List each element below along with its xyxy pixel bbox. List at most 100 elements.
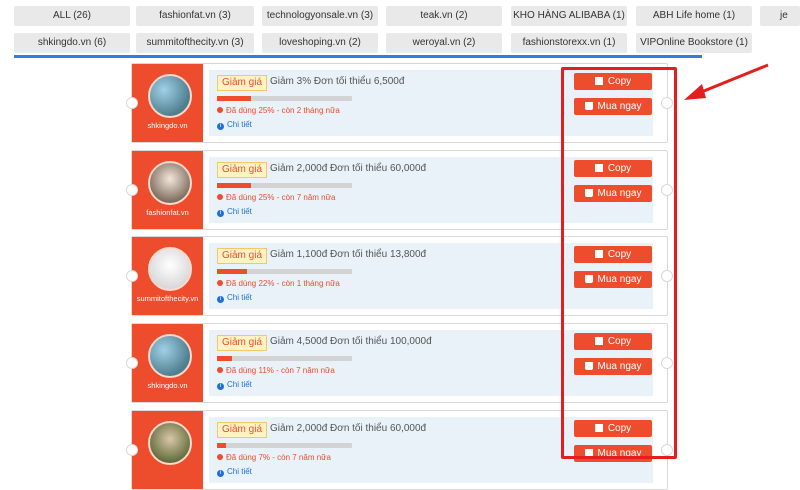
usage-progress-bar — [217, 183, 352, 188]
discount-badge: Giảm giá — [217, 422, 268, 438]
buy-now-button[interactable]: Mua ngay — [574, 185, 652, 202]
filter-tab[interactable]: summitofthecity.vn (3) — [136, 33, 254, 53]
coupon-description: Giảm 3% Đơn tối thiểu 6,500đ — [270, 76, 405, 87]
copy-label: Copy — [607, 423, 632, 434]
coupon-description: Giảm 4,500đ Đơn tối thiểu 100,000đ — [270, 336, 432, 347]
filter-tab[interactable]: shkingdo.vn (6) — [14, 33, 130, 53]
cart-icon — [584, 275, 593, 283]
detail-link[interactable]: i Chi tiết — [217, 380, 252, 390]
filter-tab[interactable]: teak.vn (2) — [386, 6, 502, 26]
discount-badge: Giảm giá — [217, 335, 268, 351]
copy-icon — [594, 77, 603, 85]
buy-now-button[interactable]: Mua ngay — [574, 271, 652, 288]
filter-tab-truncated[interactable]: je — [760, 6, 800, 26]
usage-progress-bar — [217, 443, 352, 448]
copy-button[interactable]: Copy — [574, 73, 652, 90]
info-icon: i — [217, 296, 224, 303]
buy-now-button[interactable]: Mua ngay — [574, 445, 652, 462]
annotation-arrow-icon — [684, 63, 769, 100]
ticket-notch — [126, 270, 138, 282]
detail-label: Chi tiết — [227, 120, 252, 129]
usage-progress-bar — [217, 356, 352, 361]
buy-label: Mua ngay — [597, 274, 642, 285]
detail-link[interactable]: i Chi tiết — [217, 120, 252, 130]
clock-icon — [217, 107, 223, 113]
filter-tab[interactable]: fashionfat.vn (3) — [136, 6, 254, 26]
shop-name: shkingdo.vn — [147, 121, 188, 130]
detail-label: Chi tiết — [227, 380, 252, 389]
filter-tab[interactable]: weroyal.vn (2) — [386, 33, 502, 53]
shop-name: shkingdo.vn — [147, 381, 188, 390]
copy-label: Copy — [607, 249, 632, 260]
info-icon: i — [217, 210, 224, 217]
clock-icon — [217, 454, 223, 460]
usage-progress-fill — [217, 183, 251, 188]
coupon-description: Giảm 2,000đ Đơn tối thiểu 60,000đ — [270, 423, 427, 434]
buy-now-button[interactable]: Mua ngay — [574, 98, 652, 115]
copy-button[interactable]: Copy — [574, 246, 652, 263]
coupon-card: shkingdo.vn Giảm giá Giảm 4,500đ Đơn tối… — [126, 323, 673, 403]
info-icon: i — [217, 123, 224, 130]
copy-label: Copy — [607, 76, 632, 87]
filter-tab[interactable]: loveshoping.vn (2) — [262, 33, 378, 53]
copy-button[interactable]: Copy — [574, 160, 652, 177]
coupon-description: Giảm 2,000đ Đơn tối thiểu 60,000đ — [270, 163, 427, 174]
coupon-description: Giảm 1,100đ Đơn tối thiểu 13,800đ — [270, 249, 427, 260]
filter-tab[interactable]: ABH Life home (1) — [636, 6, 752, 26]
detail-label: Chi tiết — [227, 293, 252, 302]
usage-text: Đã dùng 7% - còn 7 năm nữa — [226, 453, 331, 462]
detail-label: Chi tiết — [227, 467, 252, 476]
clock-icon — [217, 367, 223, 373]
coupon-shop-panel: fashionfat.vn — [132, 151, 203, 229]
coupon-shop-panel: shkingdo.vn — [132, 324, 203, 402]
usage-text: Đã dùng 25% - còn 7 năm nữa — [226, 193, 336, 202]
info-icon: i — [217, 383, 224, 390]
discount-badge: Giảm giá — [217, 248, 268, 264]
detail-link[interactable]: i Chi tiết — [217, 207, 252, 217]
shop-avatar — [148, 161, 192, 205]
coupon-card: summitofthecity.vn Giảm giá Giảm 1,100đ … — [126, 236, 673, 316]
usage-text: Đã dùng 11% - còn 7 năm nữa — [226, 366, 335, 375]
copy-icon — [594, 250, 603, 258]
coupon-card: shkingdo.vn Giảm giá Giảm 3% Đơn tối thi… — [126, 63, 673, 143]
shop-filter-tabs: ALL (26) fashionfat.vn (3) technologyons… — [0, 0, 800, 64]
detail-label: Chi tiết — [227, 207, 252, 216]
copy-label: Copy — [607, 163, 632, 174]
detail-link[interactable]: i Chi tiết — [217, 467, 252, 477]
cart-icon — [584, 362, 593, 370]
ticket-notch — [661, 357, 673, 369]
ticket-notch — [126, 357, 138, 369]
usage-text: Đã dùng 25% - còn 2 tháng nữa — [226, 106, 340, 115]
ticket-notch — [126, 444, 138, 456]
copy-button[interactable]: Copy — [574, 333, 652, 350]
usage-progress-bar — [217, 269, 352, 274]
coupon-shop-panel: shkingdo.vn — [132, 64, 203, 142]
shop-avatar — [148, 74, 192, 118]
copy-icon — [594, 424, 603, 432]
coupon-shop-panel: summitofthecity.vn — [132, 237, 203, 315]
tabs-underline — [14, 55, 702, 58]
clock-icon — [217, 280, 223, 286]
buy-now-button[interactable]: Mua ngay — [574, 358, 652, 375]
filter-tab[interactable]: fashionstorexx.vn (1) — [511, 33, 627, 53]
buy-label: Mua ngay — [597, 188, 642, 199]
cart-icon — [584, 189, 593, 197]
ticket-notch — [661, 270, 673, 282]
copy-icon — [594, 337, 603, 345]
usage-progress-fill — [217, 443, 227, 448]
filter-tab[interactable]: technologyonsale.vn (3) — [262, 6, 378, 26]
filter-tab[interactable]: VIPOnline Bookstore (1) — [636, 33, 752, 53]
detail-link[interactable]: i Chi tiết — [217, 293, 252, 303]
buy-label: Mua ngay — [597, 361, 642, 372]
usage-text: Đã dùng 22% - còn 1 tháng nữa — [226, 279, 340, 288]
coupon-card: Giảm giá Giảm 2,000đ Đơn tối thiểu 60,00… — [126, 410, 673, 490]
info-icon: i — [217, 470, 224, 477]
discount-badge: Giảm giá — [217, 162, 268, 178]
copy-icon — [594, 164, 603, 172]
usage-progress-fill — [217, 356, 232, 361]
filter-tab-all[interactable]: ALL (26) — [14, 6, 130, 26]
filter-tab[interactable]: KHO HÀNG ALIBABA (1) — [511, 6, 627, 26]
buy-label: Mua ngay — [597, 101, 642, 112]
copy-button[interactable]: Copy — [574, 420, 652, 437]
discount-badge: Giảm giá — [217, 75, 268, 91]
